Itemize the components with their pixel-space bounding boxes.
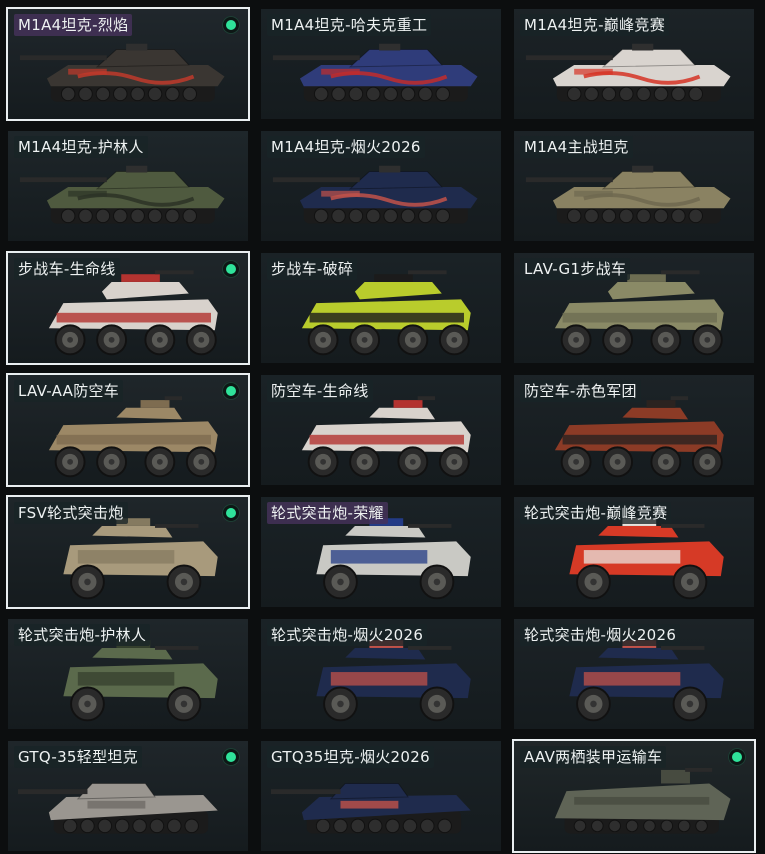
vehicle-name-label: GTQ35坦克-烟火2026 [267,746,434,768]
vehicle-card[interactable]: LAV-AA防空车 [6,373,250,487]
vehicle-name-label: M1A4坦克-烈焰 [14,14,133,36]
vehicle-card[interactable]: GTQ-35轻型坦克 [6,739,250,853]
tank-model [272,43,478,102]
owned-status-dot-icon [222,16,240,34]
assault-vehicle-model [63,518,218,600]
wheeled-vehicle-model [48,270,218,356]
vehicle-name-label: LAV-G1步战车 [520,258,631,280]
vehicle-card[interactable]: M1A4坦克-巅峰竞赛 [512,7,756,121]
vehicle-name-label: AAV两栖装甲运输车 [520,746,667,768]
vehicle-name-label: M1A4坦克-护林人 [14,136,148,158]
vehicle-name-label: M1A4坦克-哈夫克重工 [267,14,432,36]
vehicle-card[interactable]: 轮式突击炮-巅峰竞赛 [512,495,756,609]
vehicle-name-label: GTQ-35轻型坦克 [14,746,142,768]
vehicle-name-label: 步战车-生命线 [14,258,120,280]
vehicle-card[interactable]: M1A4主战坦克 [512,129,756,243]
owned-status-dot-icon [222,260,240,278]
vehicle-name-label: 步战车-破碎 [267,258,358,280]
tank-model [272,165,478,224]
assault-vehicle-model [569,640,724,722]
vehicle-card[interactable]: 轮式突击炮-荣耀 [259,495,503,609]
vehicle-card[interactable]: LAV-G1步战车 [512,251,756,365]
vehicle-name-label: 轮式突击炮-巅峰竞赛 [520,502,672,524]
tank-model [525,43,731,102]
vehicle-card[interactable]: 轮式突击炮-烟火2026 [512,617,756,731]
vehicle-card[interactable]: GTQ35坦克-烟火2026 [259,739,503,853]
vehicle-name-label: 防空车-赤色军团 [520,380,641,402]
vehicle-name-label: 轮式突击炮-护林人 [14,624,151,646]
amphibious-vehicle-model [554,768,731,834]
vehicle-name-label: LAV-AA防空车 [14,380,124,402]
vehicle-card[interactable]: 步战车-破碎 [259,251,503,365]
vehicle-card[interactable]: M1A4坦克-烟火2026 [259,129,503,243]
tank-model [19,43,225,102]
vehicle-name-label: 防空车-生命线 [267,380,373,402]
vehicle-name-label: M1A4主战坦克 [520,136,633,158]
vehicle-card[interactable]: 防空车-生命线 [259,373,503,487]
owned-status-dot-icon [222,504,240,522]
vehicle-card[interactable]: AAV两栖装甲运输车 [512,739,756,853]
vehicle-skin-grid: M1A4坦克-烈焰 M1A4坦克-哈夫克重工 M1A4坦克-巅峰竞赛 M1A4坦… [0,0,765,854]
vehicle-card[interactable]: 轮式突击炮-护林人 [6,617,250,731]
owned-status-dot-icon [728,748,746,766]
vehicle-name-label: 轮式突击炮-荣耀 [267,502,388,524]
light-tank-model [271,782,471,834]
wheeled-vehicle-model [301,270,471,356]
vehicle-card[interactable]: M1A4坦克-哈夫克重工 [259,7,503,121]
vehicle-card[interactable]: FSV轮式突击炮 [6,495,250,609]
assault-vehicle-model [316,640,471,722]
owned-status-dot-icon [222,748,240,766]
assault-vehicle-model [63,640,218,722]
light-tank-model [18,782,218,834]
tank-model [525,165,731,224]
wheeled-vehicle-model [554,396,724,478]
vehicle-name-label: 轮式突击炮-烟火2026 [520,624,681,646]
vehicle-name-label: 轮式突击炮-烟火2026 [267,624,428,646]
vehicle-card[interactable]: M1A4坦克-烈焰 [6,7,250,121]
wheeled-vehicle-model [554,270,724,356]
assault-vehicle-model [569,518,724,600]
wheeled-vehicle-model [301,396,471,478]
vehicle-name-label: M1A4坦克-巅峰竞赛 [520,14,670,36]
tank-model [19,165,225,224]
vehicle-card[interactable]: 步战车-生命线 [6,251,250,365]
vehicle-card[interactable]: M1A4坦克-护林人 [6,129,250,243]
vehicle-card[interactable]: 轮式突击炮-烟火2026 [259,617,503,731]
owned-status-dot-icon [222,382,240,400]
vehicle-name-label: M1A4坦克-烟火2026 [267,136,425,158]
assault-vehicle-model [316,518,471,600]
vehicle-card[interactable]: 防空车-赤色军团 [512,373,756,487]
vehicle-name-label: FSV轮式突击炮 [14,502,128,524]
wheeled-vehicle-model [48,396,218,478]
